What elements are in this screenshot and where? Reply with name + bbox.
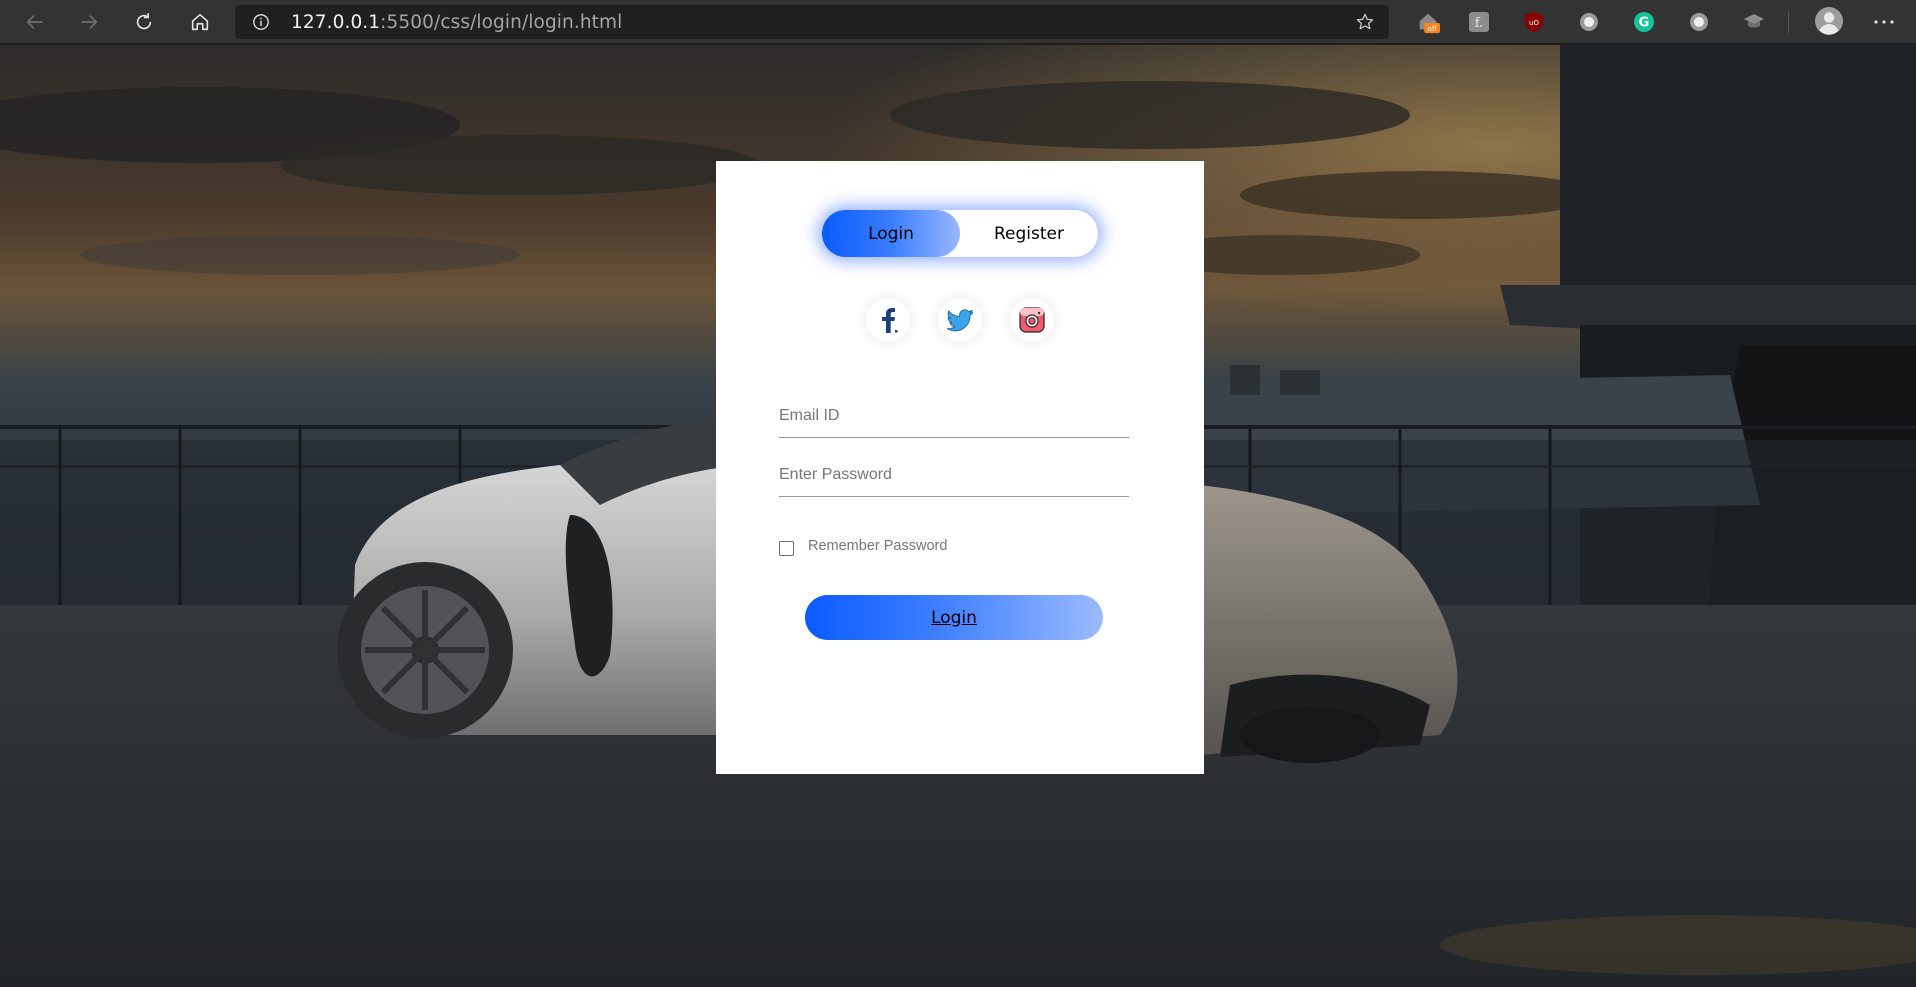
svg-text:f.: f.: [1475, 16, 1483, 31]
info-icon[interactable]: [252, 13, 270, 31]
remember-password-checkbox[interactable]: [779, 540, 794, 556]
instagram-icon: [1019, 307, 1045, 333]
tab-register[interactable]: Register: [960, 210, 1098, 257]
auth-toggle: Login Register: [822, 210, 1098, 257]
star-icon[interactable]: [1355, 12, 1375, 32]
circle-extension-icon[interactable]: [1577, 10, 1601, 34]
email-field-wrapper: [779, 394, 1129, 438]
honey-badge: off: [1427, 24, 1438, 33]
reload-icon: [136, 13, 152, 30]
reload-button[interactable]: [127, 5, 161, 39]
more-icon: [1874, 20, 1894, 24]
font-extension-icon[interactable]: f.: [1467, 10, 1491, 34]
browser-toolbar: 127.0.0.1:5500/css/login/login.html off …: [0, 0, 1916, 44]
remember-password-row: Remember Password: [779, 536, 947, 556]
home-button[interactable]: [183, 5, 217, 39]
profile-button[interactable]: [1814, 6, 1844, 36]
remember-password-label: Remember Password: [808, 538, 948, 554]
forward-button[interactable]: [72, 5, 106, 39]
facebook-icon: [882, 308, 898, 333]
url-host: 127.0.0.1: [291, 11, 381, 33]
back-button[interactable]: [18, 5, 52, 39]
grammarly-extension-icon[interactable]: G: [1632, 10, 1656, 34]
tab-login[interactable]: Login: [822, 210, 960, 257]
email-field[interactable]: [779, 394, 1129, 434]
toolbar-divider: [1788, 11, 1789, 33]
home-icon: [191, 13, 209, 31]
twitter-icon: [946, 309, 974, 332]
twitter-button[interactable]: [938, 298, 982, 342]
address-bar[interactable]: 127.0.0.1:5500/css/login/login.html: [235, 5, 1389, 39]
more-button[interactable]: [1872, 10, 1896, 34]
ublock-extension-icon[interactable]: uO: [1522, 10, 1546, 34]
circle-extension-icon-2[interactable]: [1687, 10, 1711, 34]
login-card: Login Register Remember Password Login: [716, 161, 1204, 774]
arrow-left-icon: [26, 14, 43, 30]
graduation-cap-extension-icon[interactable]: [1742, 10, 1766, 34]
login-submit-button[interactable]: Login: [805, 595, 1103, 640]
svg-text:uO: uO: [1529, 19, 1539, 27]
password-field-wrapper: [779, 453, 1129, 497]
instagram-button[interactable]: [1010, 298, 1054, 342]
honey-extension-icon[interactable]: off: [1416, 10, 1440, 34]
avatar-icon: [1815, 7, 1843, 35]
svg-text:G: G: [1639, 16, 1650, 31]
url-path: :5500/css/login/login.html: [380, 11, 623, 33]
password-field[interactable]: [779, 453, 1129, 493]
arrow-right-icon: [81, 14, 98, 30]
url-text[interactable]: 127.0.0.1:5500/css/login/login.html: [291, 12, 622, 33]
facebook-button[interactable]: [866, 298, 910, 342]
